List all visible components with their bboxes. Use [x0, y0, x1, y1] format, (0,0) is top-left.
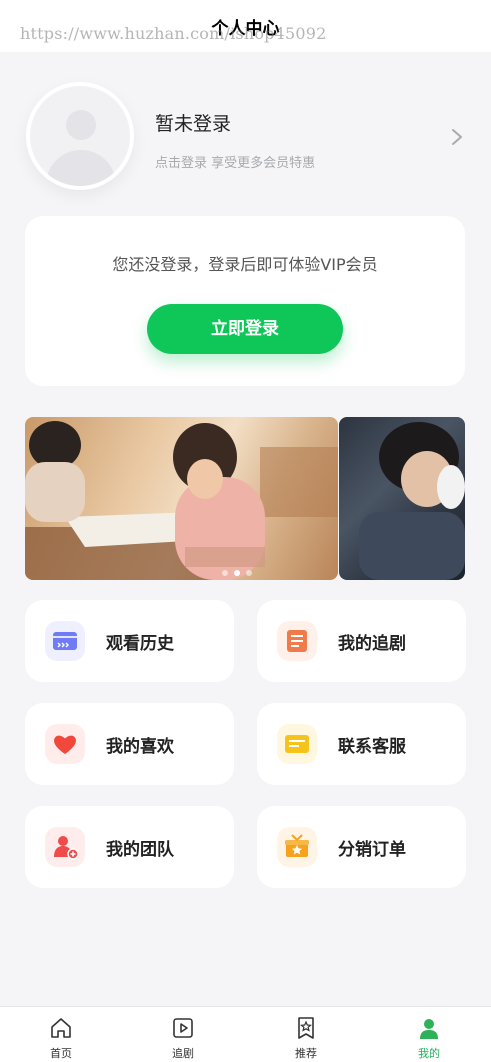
tab-label: 推荐: [295, 1047, 317, 1060]
login-button[interactable]: 立即登录: [147, 304, 343, 354]
login-tip: 您还没登录，登录后即可体验VIP会员: [112, 255, 378, 274]
profile-subtitle: 点击登录 享受更多会员特惠: [155, 156, 316, 171]
tab-recommend[interactable]: 推荐: [245, 1007, 367, 1062]
banner-image-next: [359, 422, 465, 580]
message-icon: [277, 724, 317, 764]
user-placeholder-icon[interactable]: [26, 82, 134, 190]
login-card: 您还没登录，登录后即可体验VIP会员 立即登录: [25, 216, 465, 386]
watermark-text: https://www.huzhan.com/ishop45092: [20, 24, 327, 43]
banner-slide-next[interactable]: [339, 417, 465, 580]
home-icon: [51, 1018, 71, 1038]
tab-mine[interactable]: 我的: [368, 1007, 490, 1062]
tab-label: 首页: [50, 1047, 72, 1060]
banner-carousel[interactable]: [25, 417, 465, 580]
gift-box-icon: [277, 827, 317, 867]
bottom-tab-bar: 首页 追剧 推荐 我的: [0, 1006, 491, 1062]
chevron-right-icon[interactable]: [450, 128, 464, 146]
profile-section[interactable]: 暂未登录 点击登录 享受更多会员特惠: [0, 52, 491, 212]
play-icon: [173, 1018, 193, 1038]
banner-slide-active[interactable]: [25, 417, 338, 580]
menu-item-likes[interactable]: 我的喜欢: [25, 703, 234, 785]
profile-icon: [420, 1019, 438, 1039]
menu-label: 我的团队: [106, 840, 174, 860]
tab-label: 追剧: [172, 1047, 194, 1060]
heart-icon: [45, 724, 85, 764]
banner-image: [25, 421, 338, 580]
menu-item-follow[interactable]: 我的追剧: [257, 600, 466, 682]
menu-item-history[interactable]: 观看历史: [25, 600, 234, 682]
history-icon: [45, 621, 85, 661]
profile-name: 暂未登录: [155, 113, 232, 135]
menu-label: 分销订单: [338, 840, 406, 860]
tab-follow[interactable]: 追剧: [122, 1007, 244, 1062]
tab-home[interactable]: 首页: [0, 1007, 122, 1062]
menu-label: 我的喜欢: [106, 737, 174, 757]
menu-item-orders[interactable]: 分销订单: [257, 806, 466, 888]
menu-label: 联系客服: [338, 737, 406, 757]
menu-item-team[interactable]: 我的团队: [25, 806, 234, 888]
tab-label: 我的: [418, 1047, 440, 1060]
banner-indicator: [222, 561, 258, 576]
menu-item-support[interactable]: 联系客服: [257, 703, 466, 785]
menu-label: 观看历史: [106, 634, 174, 654]
star-bookmark-icon: [298, 1017, 314, 1039]
menu-label: 我的追剧: [338, 634, 406, 654]
team-icon: [45, 827, 85, 867]
follow-list-icon: [277, 621, 317, 661]
page-header: 个人中心 https://www.huzhan.com/ishop45092: [0, 0, 491, 52]
